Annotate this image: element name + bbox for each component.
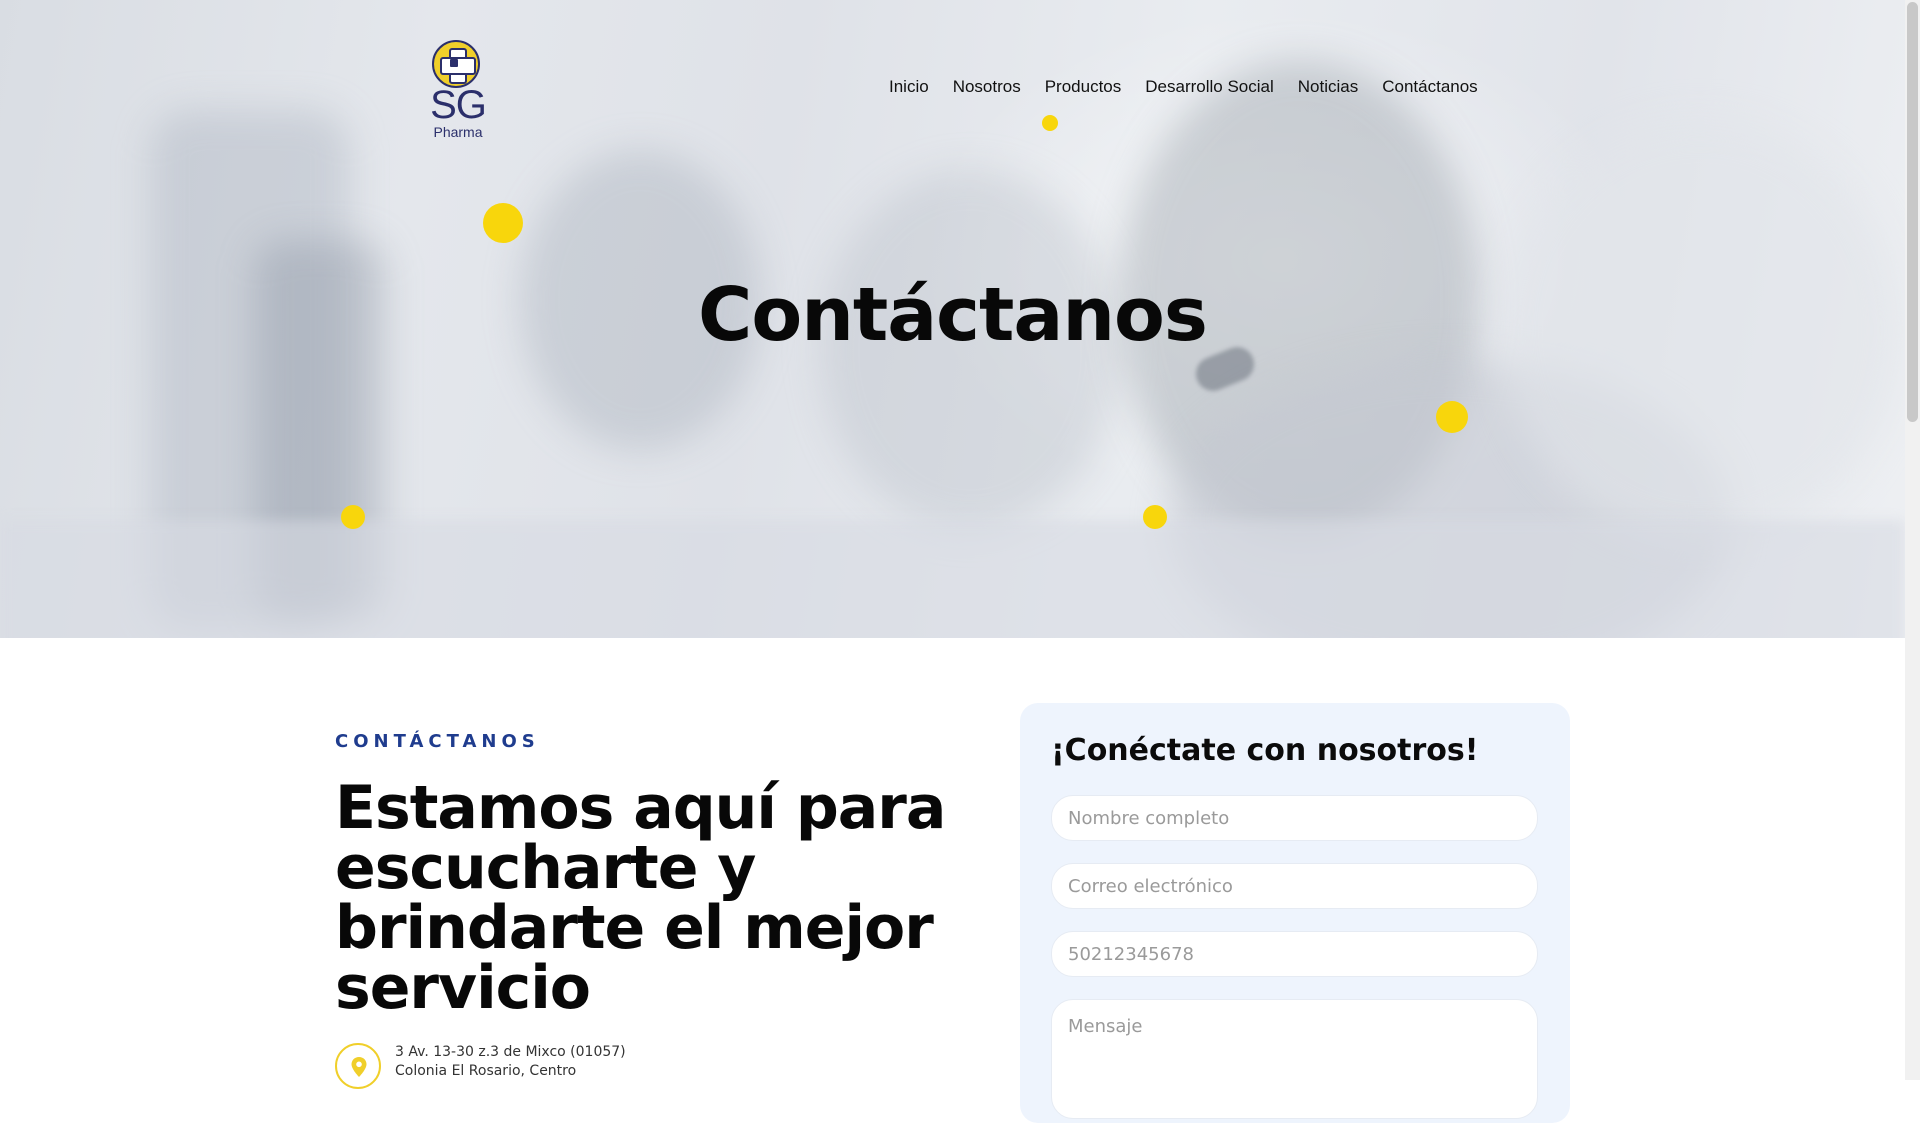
contact-form: ¡Conéctate con nosotros! bbox=[1020, 703, 1570, 1123]
logo-subtitle: Pharma bbox=[433, 124, 483, 140]
logo[interactable]: SG Pharma bbox=[430, 40, 487, 140]
decorative-dot bbox=[1436, 401, 1468, 433]
address: 3 Av. 13-30 z.3 de Mixco (01057) Colonia… bbox=[395, 1043, 626, 1081]
email-input[interactable] bbox=[1051, 863, 1538, 909]
decorative-dot bbox=[483, 203, 523, 243]
page-scrollbar[interactable] bbox=[1905, 0, 1920, 1080]
section-headline: Estamos aquí para escucharte y brindarte… bbox=[335, 773, 946, 1023]
nav-indicator-dot bbox=[1042, 115, 1058, 131]
main-nav: Inicio Nosotros Productos Desarrollo Soc… bbox=[889, 76, 1478, 98]
decorative-dot bbox=[1143, 505, 1167, 529]
nav-item-inicio[interactable]: Inicio bbox=[889, 76, 929, 98]
scrollbar-thumb[interactable] bbox=[1907, 2, 1918, 422]
nav-item-desarrollo-social[interactable]: Desarrollo Social bbox=[1145, 76, 1274, 98]
hero-photo-shape bbox=[0, 520, 1905, 638]
phone-input[interactable] bbox=[1051, 931, 1538, 977]
nav-item-noticias[interactable]: Noticias bbox=[1298, 76, 1358, 98]
form-title: ¡Conéctate con nosotros! bbox=[1051, 733, 1479, 768]
emblem-center bbox=[450, 59, 458, 67]
nav-item-contactanos[interactable]: Contáctanos bbox=[1382, 76, 1477, 98]
nav-item-productos[interactable]: Productos bbox=[1045, 76, 1122, 98]
name-input[interactable] bbox=[1051, 795, 1538, 841]
page-title: Contáctanos bbox=[698, 272, 1208, 358]
address-line: 3 Av. 13-30 z.3 de Mixco (01057) bbox=[395, 1044, 626, 1060]
logo-wordmark: SG bbox=[430, 83, 487, 127]
section-eyebrow: CONTÁCTANOS bbox=[335, 731, 540, 752]
message-textarea[interactable] bbox=[1051, 999, 1538, 1119]
decorative-dot bbox=[341, 505, 365, 529]
nav-item-nosotros[interactable]: Nosotros bbox=[953, 76, 1021, 98]
location-pin-icon bbox=[335, 1043, 381, 1089]
address-line: Colonia El Rosario, Centro bbox=[395, 1063, 577, 1079]
